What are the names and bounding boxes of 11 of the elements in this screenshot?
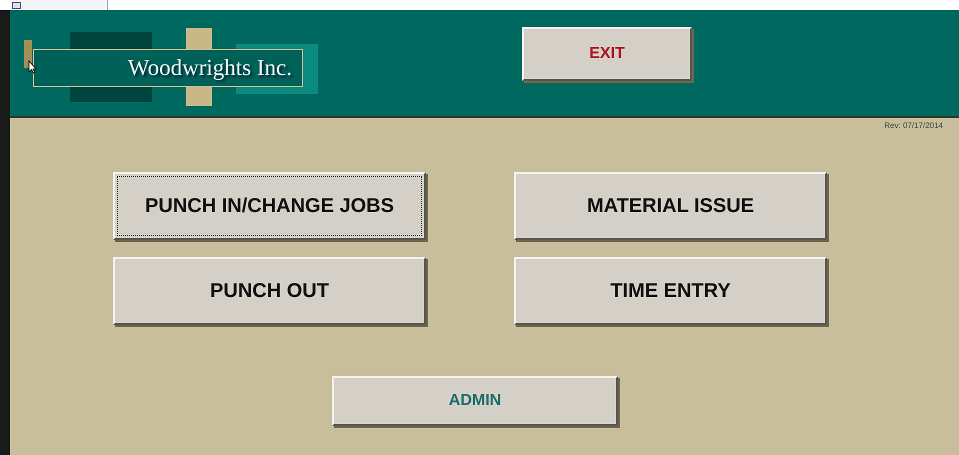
menu-button[interactable]: PUNCH IN/CHANGE JOBS	[113, 172, 426, 240]
revision-date: Rev: 07/17/2014	[884, 121, 943, 130]
menu-button[interactable]: TIME ENTRY	[514, 257, 827, 325]
menu-button[interactable]: MATERIAL ISSUE	[514, 172, 827, 240]
exit-button[interactable]: EXIT	[522, 27, 692, 81]
logo-block	[24, 40, 32, 68]
company-name: Woodwrights Inc.	[128, 55, 292, 81]
admin-button[interactable]: ADMIN	[332, 376, 618, 426]
cursor-icon	[28, 60, 37, 74]
menu-button[interactable]: PUNCH OUT	[113, 257, 426, 325]
form-icon	[12, 2, 21, 8]
